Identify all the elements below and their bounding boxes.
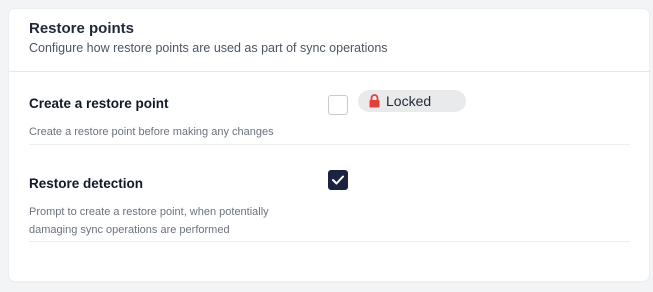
- panel-header: Restore points Configure how restore poi…: [9, 9, 649, 72]
- setting-description: Create a restore point before making any…: [29, 126, 274, 138]
- restore-points-panel: Restore points Configure how restore poi…: [9, 9, 649, 281]
- setting-description: Prompt to create a restore point, when p…: [29, 206, 269, 236]
- setting-label: Restore detection: [29, 176, 144, 191]
- restore-detection-checkbox[interactable]: [328, 170, 348, 190]
- panel-subtitle: Configure how restore points are used as…: [29, 41, 388, 55]
- locked-badge: Locked: [358, 90, 466, 112]
- lock-icon: [369, 94, 380, 108]
- panel-title: Restore points: [29, 20, 135, 37]
- locked-label: Locked: [386, 93, 432, 109]
- setting-label: Create a restore point: [29, 96, 169, 111]
- checkmark-icon: [332, 175, 344, 185]
- create-restore-point-checkbox[interactable]: [328, 95, 348, 115]
